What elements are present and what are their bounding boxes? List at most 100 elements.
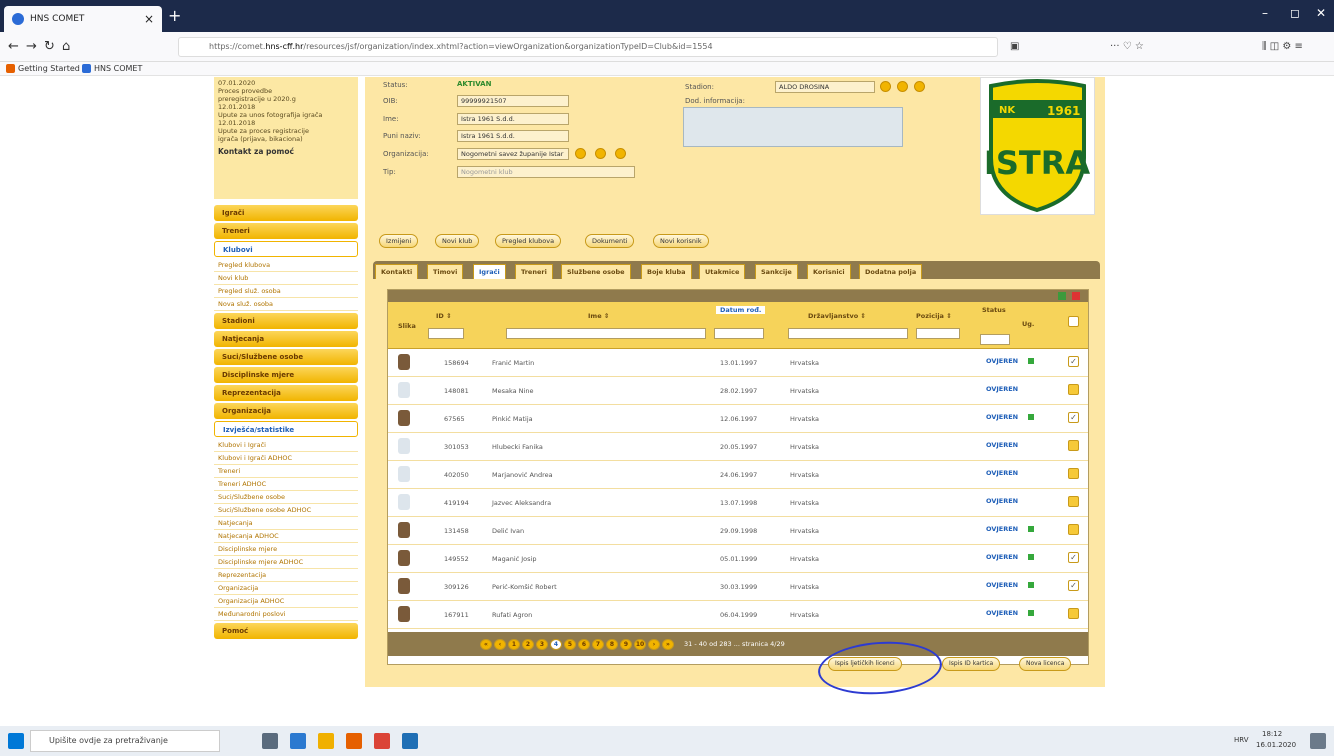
task-view-icon[interactable] xyxy=(262,733,278,749)
prev-page-button[interactable]: ‹ xyxy=(494,638,506,650)
tab-kontakti[interactable]: Kontakti xyxy=(375,264,419,279)
submenu-item[interactable]: Organizacija ADHOC xyxy=(214,595,358,608)
submenu-item[interactable]: Suci/Službene osobe xyxy=(214,491,358,504)
tab-boje-kluba[interactable]: Boje kluba xyxy=(641,264,692,279)
submenu-item[interactable]: Pregled služ. osoba xyxy=(214,285,358,298)
windows-start-icon[interactable] xyxy=(8,733,24,749)
maximize-icon[interactable]: ◻ xyxy=(1290,6,1300,20)
minimize-icon[interactable]: – xyxy=(1262,6,1268,20)
page-actions-icon[interactable]: ··· ♡ ☆ xyxy=(1110,41,1144,52)
row-checkbox[interactable]: ✓ xyxy=(1068,412,1079,423)
filter-drzavljanstvo[interactable] xyxy=(788,328,908,339)
page-button[interactable]: 2 xyxy=(522,638,534,650)
stadion-open-icon[interactable] xyxy=(914,81,925,92)
new-tab-icon[interactable]: + xyxy=(168,6,181,25)
izmijeni-button[interactable]: Izmijeni xyxy=(379,234,419,248)
stadion-search-icon[interactable] xyxy=(880,81,891,92)
col-ug[interactable]: Ug. xyxy=(1022,320,1034,328)
page-button[interactable]: 10 xyxy=(634,638,646,650)
status-link[interactable]: OVJEREN xyxy=(986,553,1018,561)
page-button[interactable]: 5 xyxy=(564,638,576,650)
col-ime[interactable]: Ime ⇕ xyxy=(588,312,609,320)
library-icon[interactable]: ⫼ ◫ ⚙ ≡ xyxy=(1262,41,1303,52)
col-drzavljanstvo[interactable]: Državljanstvo ⇕ xyxy=(808,312,866,320)
open-icon[interactable] xyxy=(615,148,626,159)
menu-item[interactable]: Suci/Službene osobe xyxy=(214,349,358,365)
menu-item[interactable]: Natjecanja xyxy=(214,331,358,347)
page-button[interactable]: 3 xyxy=(536,638,548,650)
dokumenti-button[interactable]: Dokumenti xyxy=(585,234,635,248)
bookmark-getting-started[interactable]: Getting Started xyxy=(6,64,80,73)
row-checkbox[interactable] xyxy=(1068,524,1079,535)
submenu-item[interactable]: Međunarodni poslovi xyxy=(214,608,358,621)
oib-field[interactable]: 99999921507 xyxy=(457,95,569,107)
submenu-item[interactable]: Natjecanja xyxy=(214,517,358,530)
tab-sankcije[interactable]: Sankcije xyxy=(755,264,798,279)
puni-naziv-field[interactable]: Istra 1961 S.d.d. xyxy=(457,130,569,142)
status-link[interactable]: OVJEREN xyxy=(986,357,1018,365)
submenu-item[interactable]: Disciplinske mjere ADHOC xyxy=(214,556,358,569)
submenu-item[interactable]: Natjecanja ADHOC xyxy=(214,530,358,543)
bookmark-hns-comet[interactable]: HNS COMET xyxy=(82,64,142,73)
tab-utakmice[interactable]: Utakmice xyxy=(699,264,746,279)
status-link[interactable]: OVJEREN xyxy=(986,581,1018,589)
first-page-button[interactable]: « xyxy=(480,638,492,650)
chrome-icon[interactable] xyxy=(374,733,390,749)
clear-icon[interactable] xyxy=(595,148,606,159)
table-row[interactable]: 149552 Maganić Josip 05.01.1999 Hrvatska… xyxy=(388,545,1088,573)
tab-sluzbene-osobe[interactable]: Službene osobe xyxy=(561,264,631,279)
submenu-item[interactable]: Novi klub xyxy=(214,272,358,285)
tab-timovi[interactable]: Timovi xyxy=(427,264,464,279)
ispis-id-kartica-button[interactable]: Ispis ID kartica xyxy=(942,657,1001,671)
nova-licenca-button[interactable]: Nova licenca xyxy=(1019,657,1072,671)
table-row[interactable]: 67565 Pinkić Matija 12.06.1997 Hrvatska … xyxy=(388,405,1088,433)
stadion-clear-icon[interactable] xyxy=(897,81,908,92)
menu-item[interactable]: Stadioni xyxy=(214,313,358,329)
row-checkbox[interactable] xyxy=(1068,384,1079,395)
page-button[interactable]: 4 xyxy=(550,638,562,650)
dod-info-textarea[interactable] xyxy=(683,107,903,147)
status-link[interactable]: OVJEREN xyxy=(986,525,1018,533)
status-link[interactable]: OVJEREN xyxy=(986,385,1018,393)
row-checkbox[interactable] xyxy=(1068,468,1079,479)
menu-item[interactable]: Organizacija xyxy=(214,403,358,419)
tab-dodatna-polja[interactable]: Dodatna polja xyxy=(859,264,923,279)
stadion-field[interactable]: ALDO DROSINA xyxy=(775,81,875,93)
menu-item-klubovi[interactable]: Klubovi xyxy=(214,241,358,257)
tip-select[interactable]: Nogometni klub xyxy=(457,166,635,178)
menu-item-pomoc[interactable]: Pomoć xyxy=(214,623,358,639)
novi-klub-button[interactable]: Novi klub xyxy=(435,234,480,248)
filter-ime[interactable] xyxy=(506,328,706,339)
table-row[interactable]: 309126 Perić-Komšić Robert 30.03.1999 Hr… xyxy=(388,573,1088,601)
menu-item-treneri[interactable]: Treneri xyxy=(214,223,358,239)
pdf-export-icon[interactable] xyxy=(1072,292,1080,300)
submenu-item[interactable]: Suci/Službene osobe ADHOC xyxy=(214,504,358,517)
language-indicator[interactable]: HRV xyxy=(1234,736,1249,744)
news-line[interactable]: Proces provedbe xyxy=(218,87,354,95)
col-pozicija[interactable]: Pozicija ⇕ xyxy=(916,312,952,320)
contact-help-link[interactable]: Kontakt za pomoć xyxy=(218,148,354,156)
submenu-item[interactable]: Organizacija xyxy=(214,582,358,595)
row-checkbox[interactable]: ✓ xyxy=(1068,580,1079,591)
home-icon[interactable]: ⌂ xyxy=(62,39,70,54)
news-line[interactable]: Upute za unos fotografija igrača xyxy=(218,111,354,119)
row-checkbox[interactable] xyxy=(1068,496,1079,507)
novi-korisnik-button[interactable]: Novi korisnik xyxy=(653,234,709,248)
col-datum[interactable]: Datum rođ. xyxy=(716,306,766,314)
ime-field[interactable]: Istra 1961 S.d.d. xyxy=(457,113,569,125)
status-link[interactable]: OVJEREN xyxy=(986,497,1018,505)
table-row[interactable]: 148081 Mesaka Nine 28.02.1997 Hrvatska O… xyxy=(388,377,1088,405)
submenu-item[interactable]: Treneri ADHOC xyxy=(214,478,358,491)
next-page-button[interactable]: › xyxy=(648,638,660,650)
submenu-item[interactable]: Treneri xyxy=(214,465,358,478)
row-checkbox[interactable]: ✓ xyxy=(1068,356,1079,367)
filter-id[interactable] xyxy=(428,328,464,339)
excel-export-icon[interactable] xyxy=(1058,292,1066,300)
tab-korisnici[interactable]: Korisnici xyxy=(807,264,851,279)
taskbar-search[interactable]: Upišite ovdje za pretraživanje xyxy=(30,730,220,752)
select-all-checkbox[interactable] xyxy=(1068,316,1079,327)
pregled-klubova-button[interactable]: Pregled klubova xyxy=(495,234,562,248)
notifications-icon[interactable] xyxy=(1310,733,1326,749)
file-explorer-icon[interactable] xyxy=(318,733,334,749)
close-tab-icon[interactable]: × xyxy=(144,12,154,26)
